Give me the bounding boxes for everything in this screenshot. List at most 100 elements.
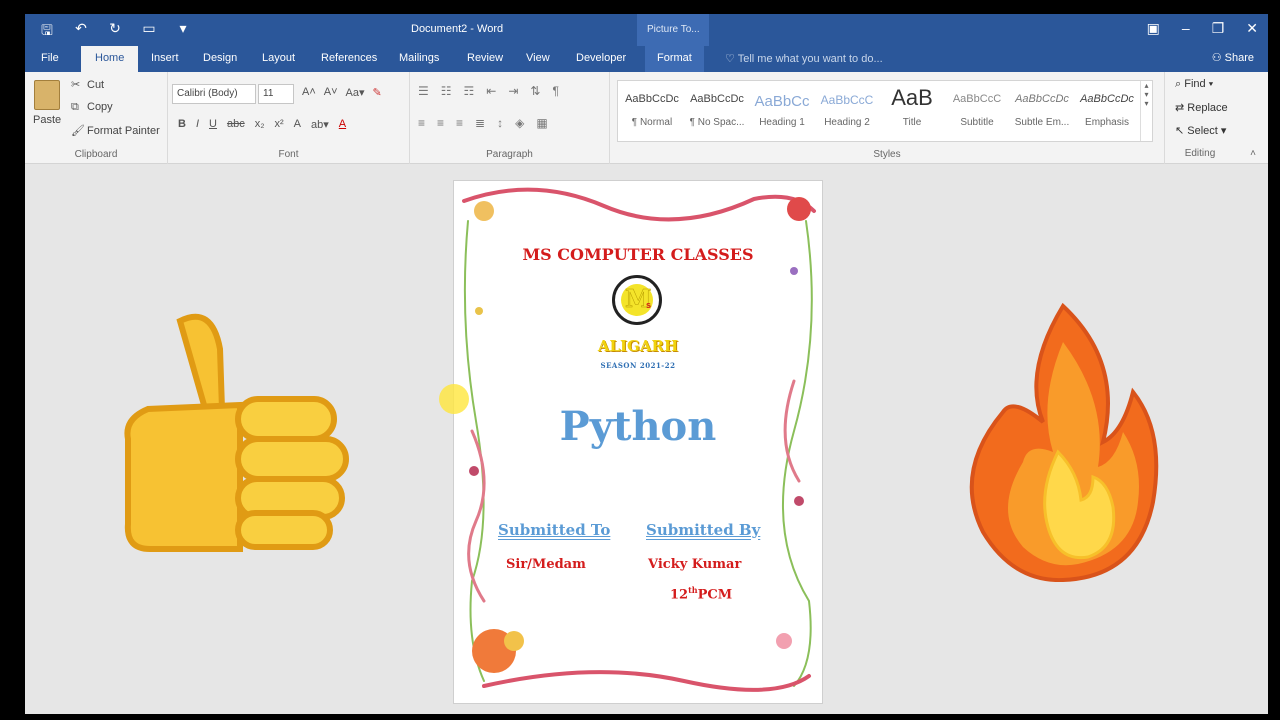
align-left-icon[interactable]: ≡ xyxy=(418,116,425,130)
format-painter-label: Format Painter xyxy=(87,125,160,137)
borders-icon[interactable]: ▦ xyxy=(536,116,547,130)
tab-view[interactable]: View xyxy=(526,52,550,64)
close-icon[interactable]: ✕ xyxy=(1246,20,1258,37)
new-doc-icon[interactable]: ▭ xyxy=(139,20,159,44)
bold-icon[interactable]: B xyxy=(178,118,186,131)
paragraph-row-2: ≡ ≡ ≡ ≣ ↕ ◈ ▦ xyxy=(418,116,548,130)
underline-icon[interactable]: U xyxy=(209,118,217,131)
collapse-ribbon-icon[interactable]: ˄ xyxy=(1250,148,1256,159)
styles-group-label: Styles xyxy=(873,149,901,160)
brush-icon: 🖌 xyxy=(71,125,85,137)
change-case-icon[interactable]: Aa▾ xyxy=(346,86,365,99)
style-sample: AaBbCcDc xyxy=(625,93,679,105)
style-no-spacing[interactable]: AaBbCcDc ¶ No Spac... xyxy=(685,85,749,137)
select-label: Select xyxy=(1187,125,1218,137)
style-heading-2[interactable]: AaBbCcC Heading 2 xyxy=(815,85,879,137)
clipboard-group: Paste ✂ Cut ⧉ Copy 🖌 Format Painter Clipboa… xyxy=(25,72,168,164)
tab-layout[interactable]: Layout xyxy=(262,52,295,64)
multilevel-icon[interactable]: ☶ xyxy=(464,84,475,98)
style-normal[interactable]: AaBbCcDc ¶ Normal xyxy=(620,85,684,137)
tab-design[interactable]: Design xyxy=(203,52,237,64)
redo-icon[interactable]: ↻ xyxy=(105,20,125,44)
minimize-icon[interactable]: – xyxy=(1182,20,1190,37)
cut-label: Cut xyxy=(87,79,105,91)
submitted-to-label: Submitted To xyxy=(498,521,611,539)
paragraph-group-label: Paragraph xyxy=(486,149,533,160)
window-controls: ▣ – ❐ ✕ xyxy=(1147,20,1258,37)
justify-icon[interactable]: ≣ xyxy=(475,116,485,130)
find-button[interactable]: ⌕ Find ▾ xyxy=(1175,78,1213,91)
shading-icon[interactable]: ◈ xyxy=(515,116,524,130)
style-name: ¶ No Spac... xyxy=(689,117,745,128)
style-sample: AaBbCcC xyxy=(952,93,1002,105)
style-subtitle[interactable]: AaBbCcC Subtitle xyxy=(945,85,1009,137)
customize-icon[interactable]: ▾ xyxy=(173,20,193,44)
strikethrough-icon[interactable]: abc xyxy=(227,118,245,131)
highlight-icon[interactable]: ab▾ xyxy=(311,118,329,131)
city-name: ALIGARH xyxy=(597,337,679,355)
copy-button[interactable]: ⧉ Copy xyxy=(71,101,113,114)
tab-references[interactable]: References xyxy=(321,52,377,64)
sort-icon[interactable]: ⇅ xyxy=(530,84,540,98)
tab-format[interactable]: Format xyxy=(645,46,704,72)
increase-indent-icon[interactable]: ⇥ xyxy=(508,84,518,98)
tab-developer[interactable]: Developer xyxy=(576,52,626,64)
ribbon-display-icon[interactable]: ▣ xyxy=(1147,20,1160,37)
align-right-icon[interactable]: ≡ xyxy=(456,116,463,130)
word-window: 🖫 ↶ ↻ ▭ ▾ Document2 - Word Picture To...… xyxy=(25,14,1268,714)
font-color-icon[interactable]: A xyxy=(339,118,346,131)
tell-me-search[interactable]: ♡ Tell me what you want to do... xyxy=(725,52,883,65)
style-sample: AaBbCcDc xyxy=(1080,93,1134,105)
style-heading-1[interactable]: AaBbCc Heading 1 xyxy=(750,85,814,137)
align-center-icon[interactable]: ≡ xyxy=(437,116,444,130)
tab-home[interactable]: Home xyxy=(81,46,139,72)
select-button[interactable]: ↖ Select ▾ xyxy=(1175,124,1226,137)
save-icon[interactable]: 🖫 xyxy=(37,20,57,44)
paste-button[interactable]: Paste xyxy=(33,80,61,126)
tab-review[interactable]: Review xyxy=(467,52,503,64)
class-stream: PCM xyxy=(697,587,733,603)
logo: M s xyxy=(612,275,662,325)
font-group-label: Font xyxy=(278,149,299,160)
shrink-font-icon[interactable]: A˅ xyxy=(324,86,338,99)
submitted-by-label: Submitted By xyxy=(646,521,761,539)
cursor-icon: ↖ xyxy=(1175,125,1188,137)
font-size-select[interactable]: 11 xyxy=(258,84,294,104)
ribbon: Paste ✂ Cut ⧉ Copy 🖌 Format Painter Clipboa… xyxy=(25,72,1268,164)
format-painter-button[interactable]: 🖌 Format Painter xyxy=(71,124,160,137)
style-subtle-emphasis[interactable]: AaBbCcDc Subtle Em... xyxy=(1010,85,1074,137)
tab-insert[interactable]: Insert xyxy=(151,52,179,64)
numbering-icon[interactable]: ☷ xyxy=(441,84,452,98)
subscript-icon[interactable]: x₂ xyxy=(255,118,265,131)
style-emphasis[interactable]: AaBbCcDc Emphasis xyxy=(1075,85,1139,137)
style-title[interactable]: AaB Title xyxy=(880,85,944,137)
clear-format-icon[interactable]: ✎ xyxy=(373,86,382,99)
replace-button[interactable]: ⇄ Replace xyxy=(1175,101,1228,114)
bullets-icon[interactable]: ☰ xyxy=(418,84,429,98)
styles-gallery: AaBbCcDc ¶ Normal AaBbCcDc ¶ No Spac... Aa… xyxy=(617,80,1153,142)
document-page[interactable]: MS COMPUTER CLASSES M s ALIGARH SEASON 2… xyxy=(453,180,823,704)
clipboard-group-label: Clipboard xyxy=(74,149,118,160)
decrease-indent-icon[interactable]: ⇤ xyxy=(486,84,496,98)
grow-font-icon[interactable]: A˄ xyxy=(302,86,316,99)
document-title: Document2 - Word xyxy=(411,23,504,35)
superscript-icon[interactable]: x² xyxy=(275,118,284,131)
italic-icon[interactable]: I xyxy=(196,118,199,131)
tab-mailings[interactable]: Mailings xyxy=(399,52,439,64)
pilcrow-icon[interactable]: ¶ xyxy=(552,84,558,98)
paragraph-group: ☰ ☷ ☶ ⇤ ⇥ ⇅ ¶ ≡ ≡ ≡ ≣ ↕ ◈ ▦ Paragraph xyxy=(410,72,610,164)
undo-icon[interactable]: ↶ xyxy=(71,20,91,44)
ribbon-tabs: File Home Insert Design Layout Reference… xyxy=(25,46,1268,72)
person-icon: ⚇ xyxy=(1211,52,1225,64)
styles-scroll[interactable]: ▴ ▾ ▾ xyxy=(1140,81,1152,141)
text-effects-icon[interactable]: A xyxy=(294,118,301,131)
restore-icon[interactable]: ❐ xyxy=(1212,20,1225,37)
share-button[interactable]: ⚇ Share xyxy=(1212,51,1254,64)
cut-button[interactable]: ✂ Cut xyxy=(71,78,104,91)
font-group: Calibri (Body) 11 A˄ A˅ Aa▾ ✎ B I U abc … xyxy=(168,72,410,164)
logo-sub: s xyxy=(646,300,652,310)
submitted-by-value: Vicky Kumar xyxy=(648,557,742,572)
tab-file[interactable]: File xyxy=(41,52,59,64)
line-spacing-icon[interactable]: ↕ xyxy=(497,116,503,130)
font-name-select[interactable]: Calibri (Body) xyxy=(172,84,256,104)
